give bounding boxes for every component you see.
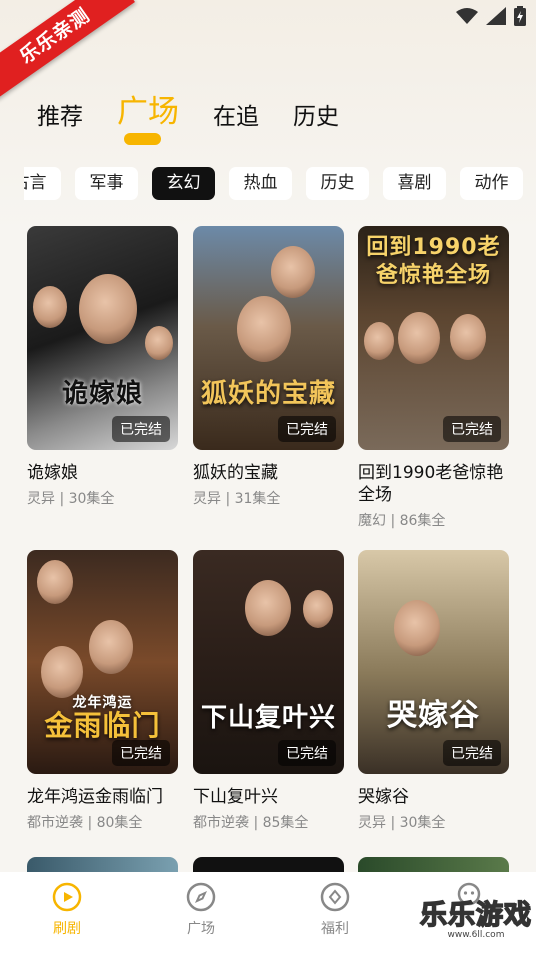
play-circle-icon bbox=[52, 882, 82, 912]
drama-meta: 都市逆袭 | 85集全 bbox=[193, 815, 309, 831]
tab-indicator bbox=[124, 133, 161, 145]
tab-recommend[interactable]: 推荐 bbox=[37, 97, 83, 131]
nav-label: 刷剧 bbox=[53, 921, 81, 937]
drama-card[interactable]: 狐妖的宝藏 已完结 狐妖的宝藏 灵异 | 31集全 bbox=[193, 226, 344, 508]
status-badge: 已完结 bbox=[443, 740, 501, 766]
category-bar: 古言 军事 玄幻 热血 历史 喜剧 动作 bbox=[24, 167, 536, 201]
category-chip[interactable]: 动作 bbox=[460, 167, 523, 200]
category-chip[interactable]: 军事 bbox=[75, 167, 138, 200]
compass-icon bbox=[186, 882, 216, 912]
poster-title: 下山复叶兴 bbox=[200, 703, 336, 733]
status-badge: 已完结 bbox=[443, 416, 501, 442]
drama-poster[interactable]: 回到1990老爸惊艳全场 已完结 bbox=[358, 226, 509, 450]
poster-title: 回到1990老爸惊艳全场 bbox=[366, 235, 501, 288]
drama-title[interactable]: 龙年鸿运金雨临门 bbox=[27, 786, 178, 808]
drama-poster[interactable]: 哭嫁谷 已完结 bbox=[358, 550, 509, 774]
drama-meta: 灵异 | 30集全 bbox=[27, 491, 115, 507]
drama-meta: 灵异 | 30集全 bbox=[358, 815, 446, 831]
tab-history[interactable]: 历史 bbox=[293, 97, 339, 131]
drama-poster[interactable]: 狐妖的宝藏 已完结 bbox=[193, 226, 344, 450]
nav-label: 广场 bbox=[187, 921, 215, 937]
nav-label: 福利 bbox=[321, 921, 349, 937]
status-badge: 已完结 bbox=[278, 416, 336, 442]
drama-card[interactable]: 诡嫁娘 已完结 诡嫁娘 灵异 | 30集全 bbox=[27, 226, 178, 508]
coin-icon bbox=[320, 882, 350, 912]
nav-item-square[interactable]: 广场 bbox=[161, 882, 241, 938]
status-badge: 已完结 bbox=[112, 416, 170, 442]
drama-card[interactable]: 哭嫁谷 已完结 哭嫁谷 灵异 | 30集全 bbox=[358, 550, 509, 832]
drama-card[interactable]: 龙年鸿运 金雨临门 已完结 龙年鸿运金雨临门 都市逆袭 | 80集全 bbox=[27, 550, 178, 832]
watermark-text: 乐乐游戏 bbox=[419, 899, 532, 932]
drama-poster[interactable]: 诡嫁娘 已完结 bbox=[27, 226, 178, 450]
battery-icon bbox=[514, 6, 526, 26]
site-watermark: 乐乐游戏 www.6ll.com bbox=[419, 893, 532, 940]
top-tabs: 推荐 广场 在追 历史 bbox=[37, 86, 373, 131]
tab-square[interactable]: 广场 bbox=[117, 86, 179, 131]
category-chip[interactable]: 古言 bbox=[24, 167, 61, 200]
drama-title[interactable]: 诡嫁娘 bbox=[27, 462, 178, 484]
drama-meta: 都市逆袭 | 80集全 bbox=[27, 815, 143, 831]
tab-following[interactable]: 在追 bbox=[213, 97, 259, 131]
status-badge: 已完结 bbox=[112, 740, 170, 766]
signal-icon bbox=[486, 7, 506, 25]
wifi-icon bbox=[456, 8, 478, 24]
drama-meta: 灵异 | 31集全 bbox=[193, 491, 281, 507]
poster-title: 狐妖的宝藏 bbox=[200, 379, 336, 409]
category-chip[interactable]: 喜剧 bbox=[383, 167, 446, 200]
nav-item-welfare[interactable]: 福利 bbox=[295, 882, 375, 938]
drama-title[interactable]: 狐妖的宝藏 bbox=[193, 462, 344, 484]
bottom-nav: 刷剧 广场 福利 乐乐游戏 www.6ll.com bbox=[0, 872, 536, 954]
poster-title: 哭嫁谷 bbox=[387, 698, 480, 733]
nav-item-drama[interactable]: 刷剧 bbox=[27, 882, 107, 938]
drama-card[interactable]: 回到1990老爸惊艳全场 已完结 回到1990老爸惊艳全场 魔幻 | 86集全 bbox=[358, 226, 509, 530]
category-chip-active[interactable]: 玄幻 bbox=[152, 167, 215, 200]
drama-poster[interactable]: 龙年鸿运 金雨临门 已完结 bbox=[27, 550, 178, 774]
category-chip[interactable]: 历史 bbox=[306, 167, 369, 200]
poster-title: 金雨临门 bbox=[44, 709, 161, 742]
drama-poster[interactable]: 下山复叶兴 已完结 bbox=[193, 550, 344, 774]
drama-meta: 魔幻 | 86集全 bbox=[358, 513, 446, 529]
drama-title[interactable]: 回到1990老爸惊艳全场 bbox=[358, 462, 509, 506]
drama-title[interactable]: 下山复叶兴 bbox=[193, 786, 344, 808]
status-badge: 已完结 bbox=[278, 740, 336, 766]
poster-title: 诡嫁娘 bbox=[61, 379, 143, 409]
category-chip[interactable]: 热血 bbox=[229, 167, 292, 200]
drama-title[interactable]: 哭嫁谷 bbox=[358, 786, 509, 808]
drama-card[interactable]: 下山复叶兴 已完结 下山复叶兴 都市逆袭 | 85集全 bbox=[193, 550, 344, 832]
